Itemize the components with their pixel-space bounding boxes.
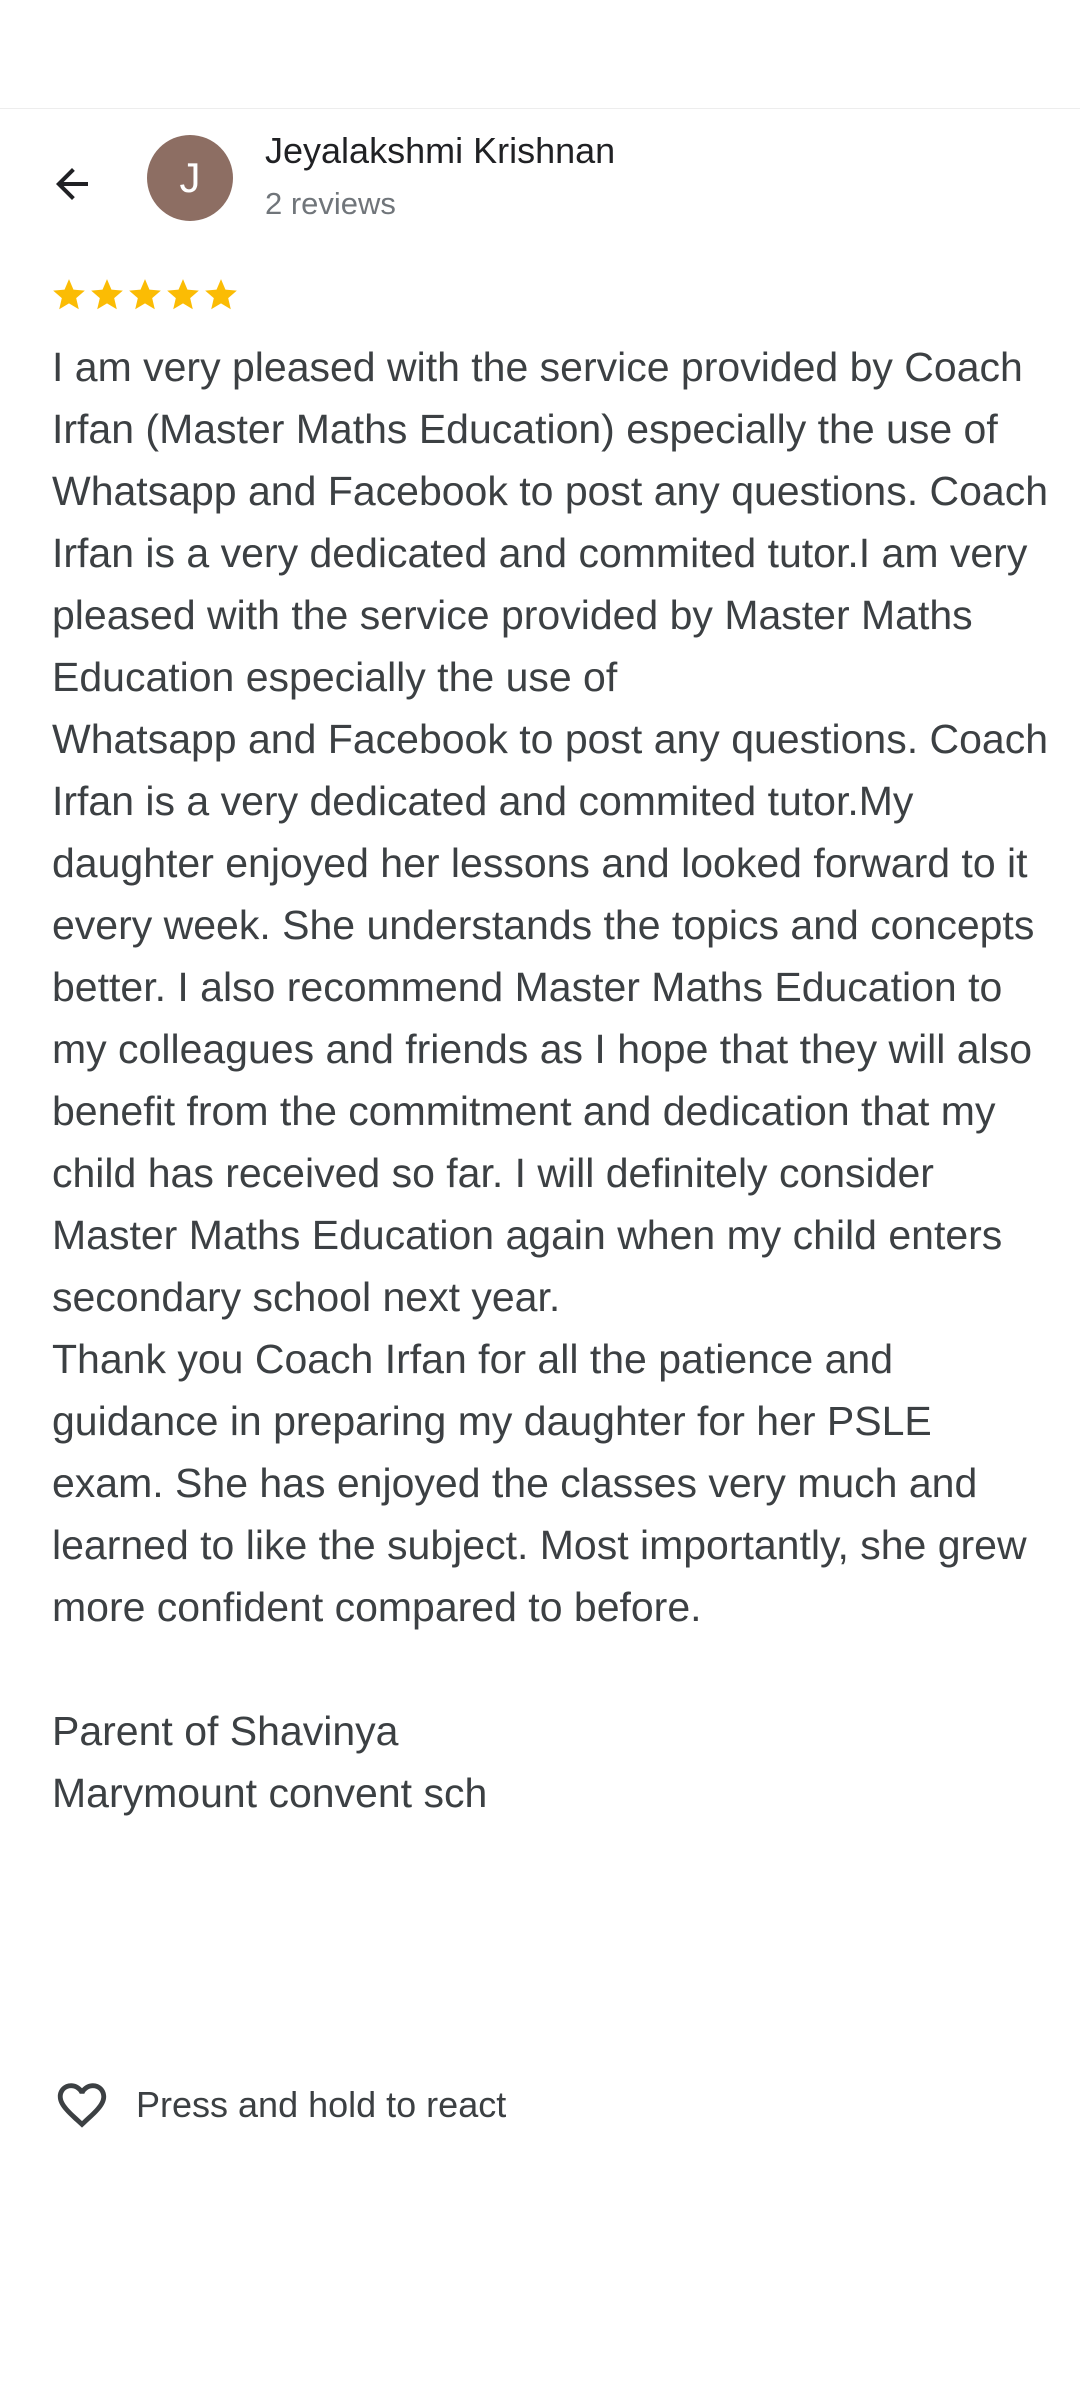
star-icon xyxy=(205,279,237,310)
star-icon xyxy=(129,279,161,310)
back-button[interactable] xyxy=(36,148,108,220)
avatar[interactable]: J xyxy=(147,135,233,221)
star-icon xyxy=(53,279,85,310)
review-header: J Jeyalakshmi Krishnan 2 reviews xyxy=(0,130,1080,230)
react-button[interactable]: Press and hold to react xyxy=(52,2070,506,2140)
top-divider xyxy=(0,108,1080,109)
arrow-back-icon xyxy=(56,168,88,200)
review-count: 2 reviews xyxy=(265,186,396,221)
star-icon xyxy=(91,279,123,310)
avatar-initial: J xyxy=(179,154,201,201)
heart-outline-icon xyxy=(52,2075,112,2135)
star-icon xyxy=(167,279,199,310)
review-text: I am very pleased with the service provi… xyxy=(52,344,1049,1816)
reviewer-name[interactable]: Jeyalakshmi Krishnan xyxy=(265,130,615,172)
star-rating xyxy=(50,276,240,320)
react-label: Press and hold to react xyxy=(136,2084,507,2125)
